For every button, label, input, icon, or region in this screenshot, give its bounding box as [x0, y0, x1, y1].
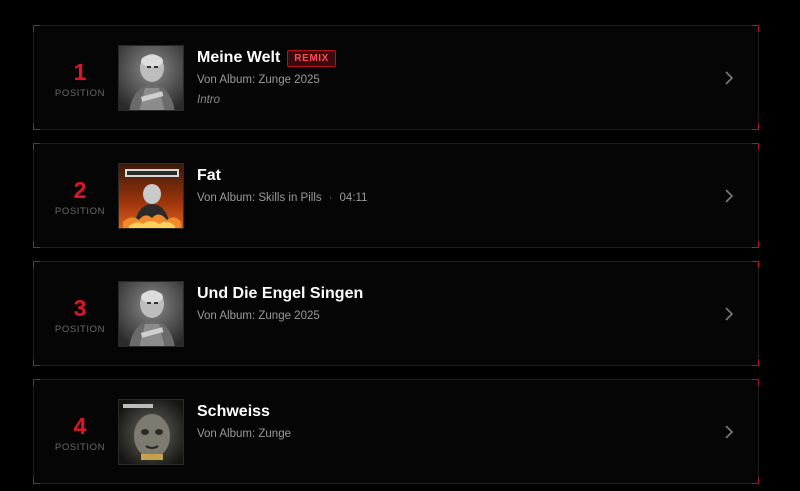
track-title: Fat [197, 167, 221, 184]
track-meta: Von Album: Skills in Pills · 04:11 [197, 192, 677, 204]
position-label: POSITION [54, 442, 106, 453]
album-name: Von Album: Skills in Pills [197, 192, 322, 204]
position-label: POSITION [54, 206, 106, 217]
track-position: 2 POSITION [44, 178, 116, 217]
separator-dot: · [328, 192, 333, 204]
album-cover [118, 45, 184, 111]
track-title: Schweiss [197, 403, 270, 420]
position-number: 2 [73, 177, 87, 203]
track-meta: Von Album: Zunge [197, 428, 677, 440]
track-row-2[interactable]: 2 POSITION Fat Von Album: Skills in Pill… [33, 143, 759, 248]
remix-badge: REMIX [287, 49, 336, 67]
track-note: Intro [197, 94, 221, 106]
album-name: Von Album: Zunge [197, 428, 291, 440]
track-row-3[interactable]: 3 POSITION Und Die Engel Singen Von Albu… [33, 261, 759, 366]
position-number: 4 [73, 413, 87, 439]
track-meta: Von Album: Zunge 2025 [197, 74, 677, 86]
chevron-right-icon[interactable] [722, 69, 736, 87]
track-position: 3 POSITION [44, 296, 116, 335]
track-duration: 04:11 [339, 192, 368, 204]
track-position: 1 POSITION [44, 60, 116, 99]
album-name: Von Album: Zunge 2025 [197, 310, 320, 322]
album-cover [118, 163, 184, 229]
track-meta: Von Album: Zunge 2025 [197, 310, 677, 322]
track-list: 1 POSITION Meine Welt REMIX Von Album: Z… [0, 0, 800, 491]
track-title: Meine Welt [197, 49, 281, 66]
album-name: Von Album: Zunge 2025 [197, 74, 320, 86]
track-position: 4 POSITION [44, 414, 116, 453]
position-label: POSITION [54, 324, 106, 335]
position-number: 3 [73, 295, 87, 321]
position-number: 1 [73, 59, 87, 85]
chevron-right-icon[interactable] [722, 305, 736, 323]
album-cover [118, 281, 184, 347]
track-row-4[interactable]: 4 POSITION Schweiss Von Album: Zunge [33, 379, 759, 484]
album-cover [118, 399, 184, 465]
chevron-right-icon[interactable] [722, 187, 736, 205]
track-title: Und Die Engel Singen [197, 285, 364, 302]
chevron-right-icon[interactable] [722, 423, 736, 441]
track-row-1[interactable]: 1 POSITION Meine Welt REMIX Von Album: Z… [33, 25, 759, 130]
position-label: POSITION [54, 88, 106, 99]
